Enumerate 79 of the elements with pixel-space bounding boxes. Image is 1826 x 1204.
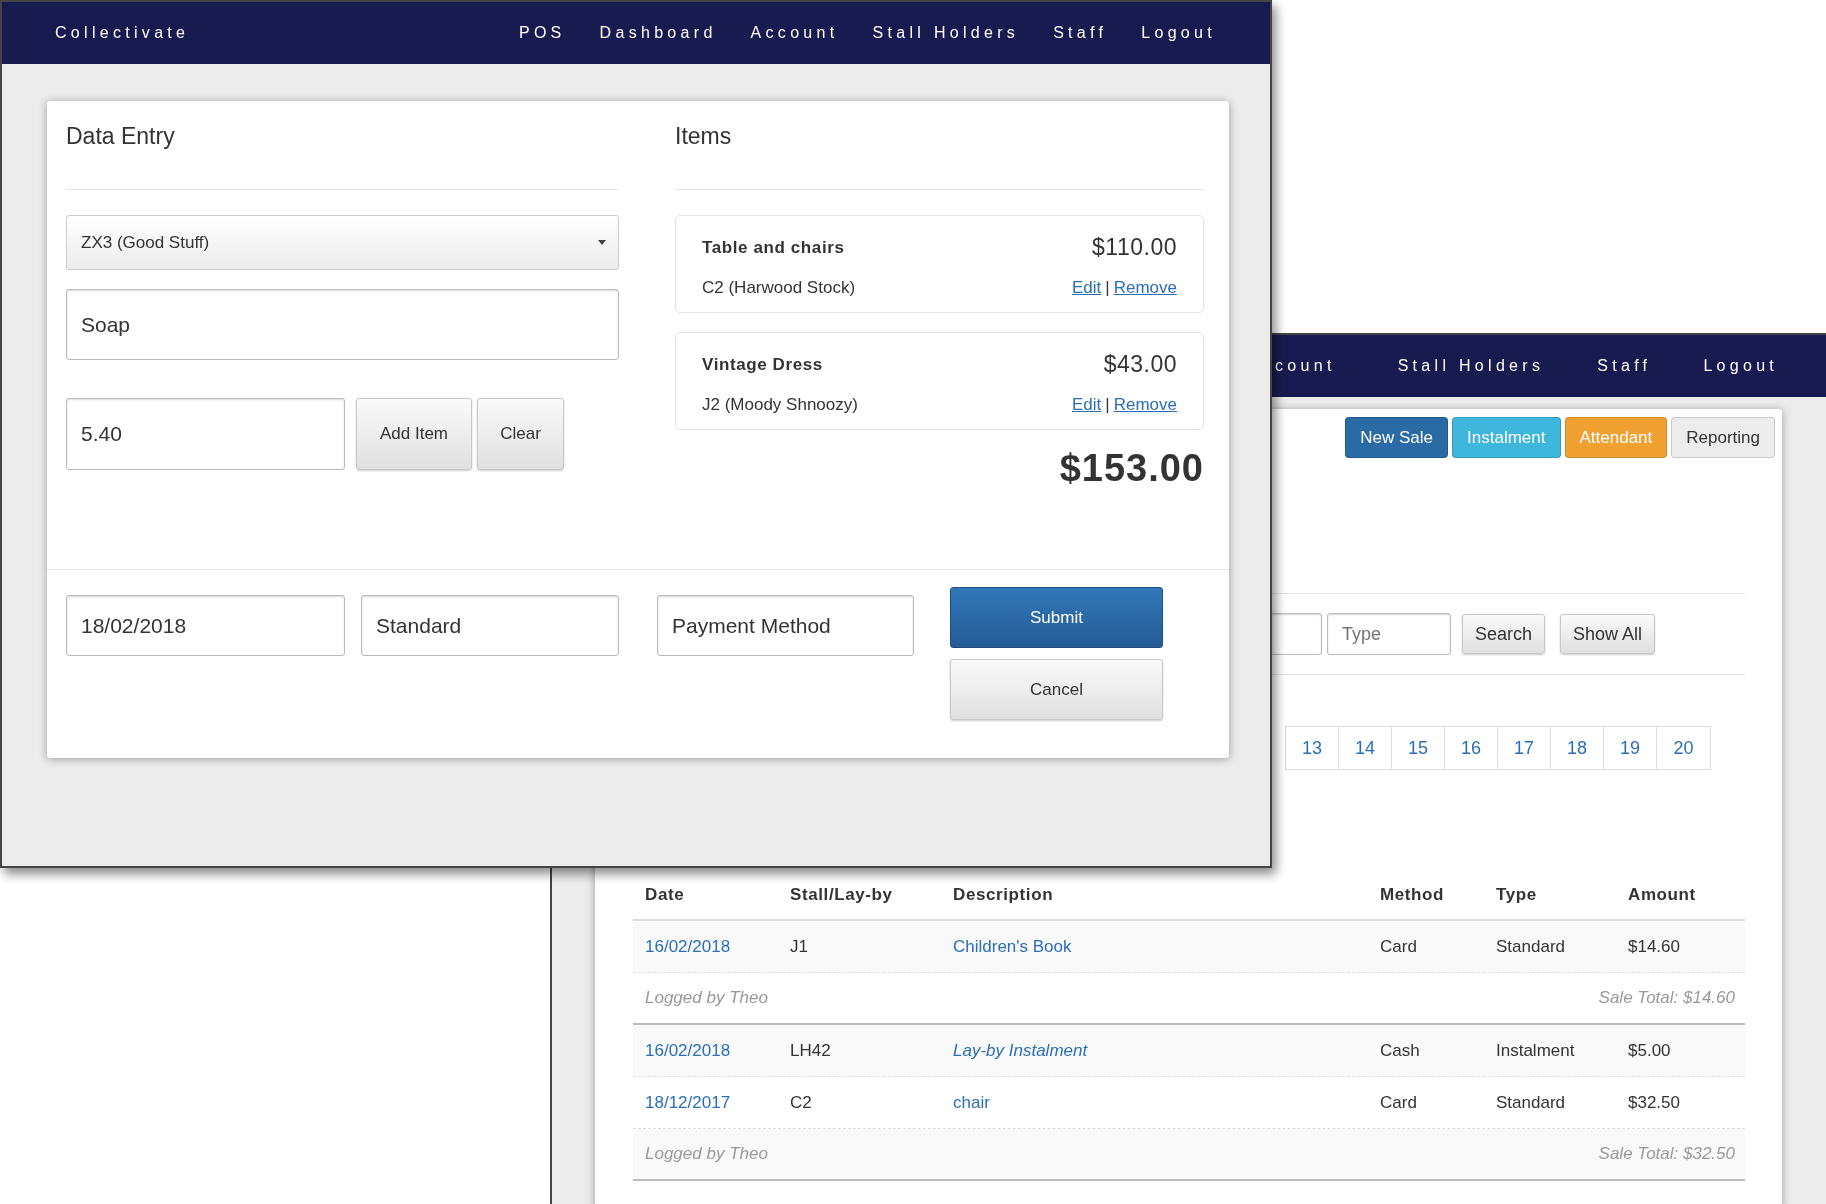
nav-link[interactable]: POS	[518, 21, 566, 45]
nav-link[interactable]: count	[1275, 354, 1336, 378]
search-button[interactable]: Search	[1462, 614, 1546, 654]
item-name: Vintage Dress	[702, 353, 823, 376]
page-link[interactable]: 18	[1551, 727, 1604, 769]
add-item-button[interactable]: Add Item	[356, 398, 472, 470]
table-cell-text: Card	[1380, 935, 1418, 958]
caret-icon	[598, 240, 606, 245]
total-amount: $153.00	[1058, 446, 1204, 491]
mode-button[interactable]: Reporting	[1671, 417, 1775, 458]
table-cell-text: Card	[1380, 1091, 1418, 1114]
nav-link[interactable]: Staff	[1597, 354, 1652, 378]
item-price: $110.00	[1092, 233, 1177, 262]
nav-link[interactable]: Stall Holders	[1397, 354, 1545, 378]
description-link[interactable]: Lay-by Instalment	[953, 1040, 1088, 1060]
description-link[interactable]: chair	[953, 1092, 990, 1112]
nav-link[interactable]: Stall Holders	[872, 21, 1020, 45]
brand-link[interactable]: Collectivate	[55, 21, 190, 45]
description-field[interactable]: Soap	[66, 289, 619, 360]
sale-total: Sale Total: $32.50	[1598, 1143, 1735, 1166]
page-link[interactable]: 20	[1657, 727, 1710, 769]
table-cell-text: C2	[790, 1091, 813, 1114]
edit-link[interactable]: Edit	[1071, 274, 1102, 300]
page-link[interactable]: 16	[1445, 727, 1498, 769]
separator-text: |	[1105, 276, 1110, 299]
edit-link[interactable]: Edit	[1071, 391, 1102, 417]
type-field[interactable]: Type	[1327, 613, 1451, 655]
date-link[interactable]: 16/02/2018	[645, 933, 790, 960]
date-link[interactable]: 16/02/2018	[645, 1037, 790, 1064]
input-field[interactable]	[1272, 613, 1322, 655]
section-heading: Items	[675, 122, 733, 151]
item-stall: J2 (Moody Shnoozy)	[702, 393, 858, 416]
nav-link[interactable]: Staff	[1053, 21, 1108, 45]
cancel-button[interactable]: Cancel	[950, 659, 1163, 720]
page-link[interactable]: 13	[1286, 727, 1339, 769]
clear-button[interactable]: Clear	[477, 398, 564, 470]
table-cell-text: $32.50	[1628, 1091, 1681, 1114]
column-header: Method	[1380, 884, 1446, 907]
price-field[interactable]: 5.40	[66, 398, 345, 470]
nav-link[interactable]: Dashboard	[599, 21, 717, 45]
page-link[interactable]: 17	[1498, 727, 1551, 769]
column-header: Amount	[1628, 884, 1697, 907]
submit-button[interactable]: Submit	[950, 587, 1163, 648]
column-header: Date	[645, 884, 686, 907]
show-all-button[interactable]: Show All	[1560, 614, 1656, 654]
table-cell-text: $14.60	[1628, 935, 1681, 958]
section-heading: Data Entry	[66, 122, 176, 151]
date-link[interactable]: 18/12/2017	[645, 1089, 790, 1116]
page-link[interactable]: 19	[1604, 727, 1657, 769]
item-price: $43.00	[1103, 350, 1177, 379]
mode-button[interactable]: New Sale	[1345, 417, 1449, 458]
remove-link[interactable]: Remove	[1113, 391, 1177, 417]
item-stall: C2 (Harwood Stock)	[702, 276, 856, 299]
item-name: Table and chairs	[702, 236, 845, 259]
table-cell-text: Standard	[1496, 935, 1566, 958]
payment-method-field[interactable]: Payment Method	[657, 595, 914, 656]
nav-link[interactable]: Logout	[1703, 354, 1779, 378]
table-cell-text: J1	[790, 935, 809, 958]
table-cell-text: Standard	[1496, 1091, 1566, 1114]
sale-total: Sale Total: $14.60	[1598, 987, 1735, 1010]
table-cell-text: $5.00	[1628, 1039, 1672, 1062]
type-field[interactable]: Standard	[361, 595, 619, 656]
remove-link[interactable]: Remove	[1113, 274, 1177, 300]
page-link[interactable]: 15	[1392, 727, 1445, 769]
column-header: Type	[1496, 884, 1538, 907]
date-field[interactable]: 18/02/2018	[66, 595, 345, 656]
separator-text: |	[1105, 393, 1110, 416]
logged-by-text: Logged by Theo	[645, 987, 768, 1010]
nav-link[interactable]: Logout	[1141, 21, 1216, 45]
table-cell-text: LH42	[790, 1039, 832, 1062]
table-cell-text: Instalment	[1496, 1039, 1576, 1062]
column-header: Description	[953, 884, 1055, 907]
logged-by-text: Logged by Theo	[645, 1143, 768, 1166]
column-header: Stall/Lay-by	[790, 884, 894, 907]
description-link[interactable]: Children's Book	[953, 936, 1072, 956]
page-link[interactable]: 14	[1339, 727, 1392, 769]
stall-select[interactable]: ZX3 (Good Stuff)	[66, 215, 619, 270]
nav-link[interactable]: Account	[750, 21, 839, 45]
table-cell-text: Cash	[1380, 1039, 1421, 1062]
